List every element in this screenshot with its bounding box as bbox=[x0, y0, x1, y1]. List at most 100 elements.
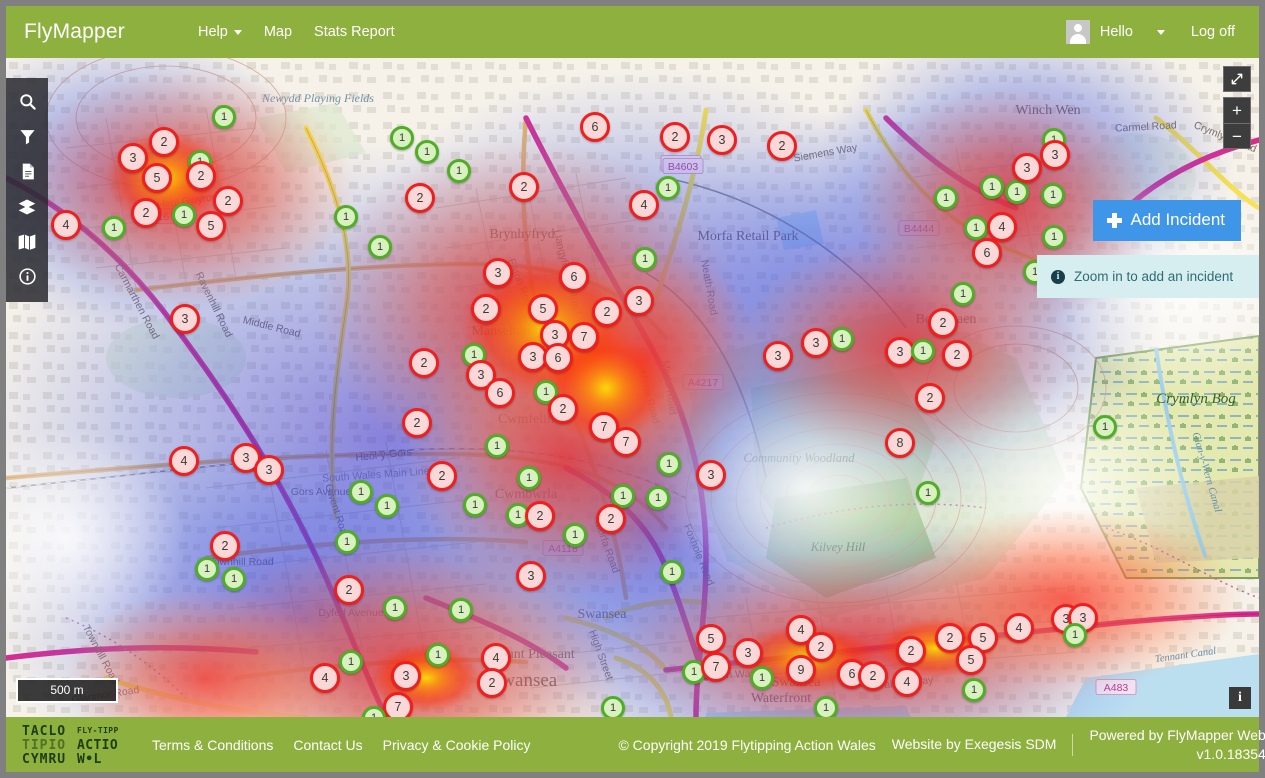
sidebar-item-info[interactable] bbox=[6, 259, 48, 294]
map-canvas[interactable]: Newydd Playing FieldsHeol GwyrosyddMiddl… bbox=[6, 58, 1259, 717]
incident-marker[interactable]: 1 bbox=[951, 282, 975, 306]
sidebar-item-search[interactable] bbox=[6, 84, 48, 119]
incident-marker[interactable]: 5 bbox=[956, 645, 986, 675]
nav-item-stats-report[interactable]: Stats Report bbox=[303, 16, 406, 48]
incident-marker[interactable]: 3 bbox=[391, 661, 421, 691]
user-menu-button[interactable] bbox=[1143, 22, 1179, 43]
incident-marker[interactable]: 2 bbox=[402, 408, 432, 438]
incident-marker[interactable]: 2 bbox=[548, 394, 578, 424]
sidebar-item-basemap[interactable] bbox=[6, 224, 48, 259]
incident-marker[interactable]: 2 bbox=[767, 131, 797, 161]
incident-marker[interactable]: 1 bbox=[349, 480, 373, 504]
incident-marker[interactable]: 2 bbox=[186, 161, 216, 191]
incident-marker[interactable]: 1 bbox=[463, 493, 487, 517]
incident-marker[interactable]: 2 bbox=[334, 575, 364, 605]
incident-marker[interactable]: 1 bbox=[1041, 183, 1065, 207]
sidebar-item-layers[interactable] bbox=[6, 189, 48, 224]
incident-marker[interactable]: 3 bbox=[170, 304, 200, 334]
incident-marker[interactable]: 6 bbox=[580, 112, 610, 142]
log-off-button[interactable]: Log off bbox=[1181, 16, 1245, 48]
incident-marker[interactable]: 1 bbox=[212, 105, 236, 129]
incident-marker[interactable]: 1 bbox=[334, 205, 358, 229]
footer-link-contact[interactable]: Contact Us bbox=[283, 737, 372, 753]
incident-marker[interactable]: 2 bbox=[928, 308, 958, 338]
incident-marker[interactable]: 1 bbox=[195, 557, 219, 581]
fullscreen-button[interactable] bbox=[1223, 66, 1251, 92]
incident-marker[interactable]: 3 bbox=[763, 341, 793, 371]
incident-marker[interactable]: 1 bbox=[660, 560, 684, 584]
incident-marker[interactable]: 1 bbox=[1063, 623, 1087, 647]
zoom-out-button[interactable]: − bbox=[1223, 123, 1251, 149]
incident-marker[interactable]: 5 bbox=[696, 624, 726, 654]
incident-marker[interactable]: 2 bbox=[915, 383, 945, 413]
incident-marker[interactable]: 7 bbox=[383, 692, 413, 717]
incident-marker[interactable]: 1 bbox=[1005, 180, 1029, 204]
incident-marker[interactable]: 1 bbox=[633, 247, 657, 271]
footer-link-terms[interactable]: Terms & Conditions bbox=[142, 737, 283, 753]
nav-item-help[interactable]: Help bbox=[187, 16, 253, 48]
incident-marker[interactable]: 2 bbox=[405, 183, 435, 213]
nav-item-map[interactable]: Map bbox=[253, 16, 303, 48]
incident-marker[interactable]: 6 bbox=[559, 262, 589, 292]
incident-marker[interactable]: 1 bbox=[911, 339, 935, 363]
sidebar-item-report[interactable] bbox=[6, 154, 48, 189]
incident-marker[interactable]: 6 bbox=[972, 238, 1002, 268]
incident-marker[interactable]: 4 bbox=[310, 663, 340, 693]
incident-marker[interactable]: 1 bbox=[390, 126, 414, 150]
add-incident-button[interactable]: Add Incident bbox=[1093, 200, 1241, 241]
incident-marker[interactable]: 2 bbox=[896, 636, 926, 666]
incident-marker[interactable]: 2 bbox=[131, 198, 161, 228]
incident-marker[interactable]: 1 bbox=[222, 567, 246, 591]
incident-marker[interactable]: 2 bbox=[477, 668, 507, 698]
incident-marker[interactable]: 7 bbox=[701, 652, 731, 682]
incident-marker[interactable]: 5 bbox=[196, 211, 226, 241]
incident-marker[interactable]: 1 bbox=[447, 159, 471, 183]
incident-marker[interactable]: 1 bbox=[980, 175, 1004, 199]
incident-marker[interactable]: 1 bbox=[375, 494, 399, 518]
incident-marker[interactable]: 1 bbox=[601, 696, 625, 717]
incident-marker[interactable]: 3 bbox=[707, 125, 737, 155]
incident-marker[interactable]: 3 bbox=[624, 286, 654, 316]
incident-marker[interactable]: 1 bbox=[426, 643, 450, 667]
incident-marker[interactable]: 2 bbox=[427, 461, 457, 491]
incident-marker[interactable]: 3 bbox=[801, 328, 831, 358]
incident-marker[interactable]: 1 bbox=[814, 696, 838, 717]
incident-marker[interactable]: 1 bbox=[335, 530, 359, 554]
incident-marker[interactable]: 1 bbox=[517, 466, 541, 490]
incident-marker[interactable]: 2 bbox=[592, 297, 622, 327]
incident-marker[interactable]: 3 bbox=[254, 455, 284, 485]
incident-marker[interactable]: 1 bbox=[383, 596, 407, 620]
incident-marker[interactable]: 1 bbox=[172, 203, 196, 227]
incident-marker[interactable]: 3 bbox=[696, 460, 726, 490]
incident-marker[interactable]: 1 bbox=[964, 216, 988, 240]
incident-marker[interactable]: 1 bbox=[1042, 225, 1066, 249]
incident-marker[interactable]: 3 bbox=[118, 143, 148, 173]
incident-marker[interactable]: 1 bbox=[339, 650, 363, 674]
incident-marker[interactable]: 1 bbox=[102, 216, 126, 240]
incident-marker[interactable]: 1 bbox=[646, 486, 670, 510]
incident-marker[interactable]: 2 bbox=[409, 348, 439, 378]
incident-marker[interactable]: 1 bbox=[750, 666, 774, 690]
incident-marker[interactable]: 1 bbox=[563, 523, 587, 547]
incident-marker[interactable]: 4 bbox=[1004, 613, 1034, 643]
incident-marker[interactable]: 1 bbox=[656, 176, 680, 200]
incident-marker[interactable]: 2 bbox=[509, 172, 539, 202]
incident-marker[interactable]: 2 bbox=[210, 531, 240, 561]
footer-link-privacy[interactable]: Privacy & Cookie Policy bbox=[373, 737, 541, 753]
incident-marker[interactable]: 2 bbox=[660, 122, 690, 152]
incident-marker[interactable]: 7 bbox=[611, 427, 641, 457]
incident-marker[interactable]: 1 bbox=[962, 678, 986, 702]
incident-marker[interactable]: 5 bbox=[142, 163, 172, 193]
incident-marker[interactable]: 1 bbox=[415, 140, 439, 164]
incident-marker[interactable]: 1 bbox=[485, 434, 509, 458]
incident-marker[interactable]: 2 bbox=[471, 294, 501, 324]
incident-marker[interactable]: 1 bbox=[916, 481, 940, 505]
incident-marker[interactable]: 4 bbox=[629, 190, 659, 220]
incident-marker[interactable]: 2 bbox=[149, 127, 179, 157]
incident-marker[interactable]: 4 bbox=[987, 212, 1017, 242]
incident-marker[interactable]: 1 bbox=[449, 598, 473, 622]
incident-marker[interactable]: 1 bbox=[830, 327, 854, 351]
incident-marker[interactable]: 2 bbox=[525, 501, 555, 531]
incident-marker[interactable]: 3 bbox=[733, 638, 763, 668]
incident-marker[interactable]: 3 bbox=[1012, 153, 1042, 183]
